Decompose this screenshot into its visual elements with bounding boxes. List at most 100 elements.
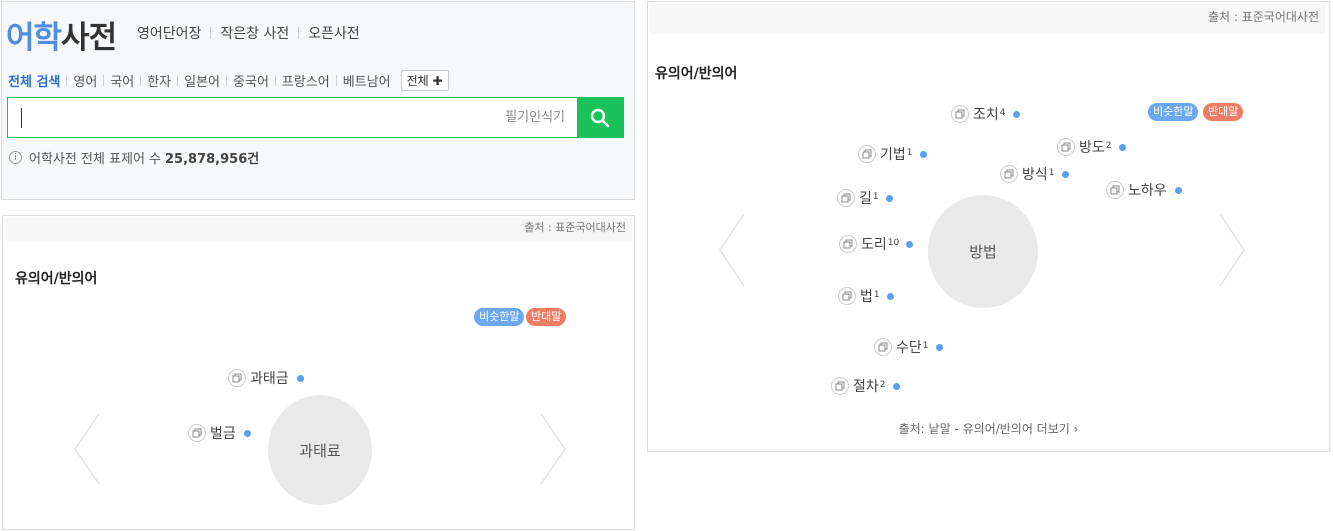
copy-icon[interactable] [858, 145, 876, 163]
homonym-number: 2 [1105, 141, 1112, 151]
synonym-word[interactable]: 방도 2 [1057, 137, 1126, 157]
synonym-text[interactable]: 길 [859, 188, 872, 208]
more-synonyms-link[interactable]: 출처: 낱말 - 유의어/반의어 더보기 › [648, 420, 1329, 437]
all-categories-button[interactable]: 전체 ✚ [400, 70, 449, 91]
copy-icon[interactable] [838, 287, 856, 305]
synonym-text[interactable]: 도리 [861, 234, 887, 254]
entry-count-value: 25,878,956건 [165, 152, 260, 167]
copy-icon[interactable] [874, 338, 892, 356]
synonym-text[interactable]: 조치 [973, 104, 999, 124]
next-arrow-icon[interactable] [1218, 212, 1246, 288]
copy-icon[interactable] [831, 377, 849, 395]
tab-korean[interactable]: 국어 [110, 71, 134, 90]
entry-count-info: i 어학사전 전체 표제어 수 25,878,956건 [9, 148, 259, 167]
synonym-dot [296, 374, 304, 382]
copy-icon[interactable] [1057, 138, 1075, 156]
copy-icon[interactable] [1000, 165, 1018, 183]
section-title: 유의어/반의어 [15, 271, 98, 287]
synonym-word[interactable]: 도리 10 [839, 234, 914, 254]
copy-icon[interactable] [188, 424, 206, 442]
dictionary-search-panel: 어학사전 영어단어장 작은창 사전 오픈사전 전체 검색 영어 국어 한자 일본… [1, 1, 635, 200]
info-icon: i [9, 151, 22, 164]
copy-icon[interactable] [837, 189, 855, 207]
homonym-number: 1 [872, 192, 879, 202]
synonym-text[interactable]: 방식 [1022, 164, 1048, 184]
synonym-text[interactable]: 법 [860, 286, 873, 306]
synonym-word[interactable]: 벌금 [188, 423, 251, 443]
next-arrow-icon[interactable] [539, 412, 567, 486]
homonym-number: 10 [887, 238, 900, 248]
synonym-word[interactable]: 길1 [837, 188, 893, 208]
tab-all-search[interactable]: 전체 검색 [8, 71, 60, 90]
tab-divider [103, 75, 105, 86]
search-icon [590, 108, 610, 127]
tab-french[interactable]: 프랑스어 [282, 71, 330, 90]
synonym-text[interactable]: 과태금 [250, 368, 289, 388]
dictionary-logo[interactable]: 어학사전 [6, 12, 117, 57]
category-tabs: 전체 검색 영어 국어 한자 일본어 중국어 프랑스어 베트남어 전체 ✚ [8, 70, 449, 91]
synonym-panel-left: 출처 : 표준국어대사전 유의어/반의어 비슷한말 반대말 과태료 과태금 벌금 [2, 215, 635, 530]
tab-divider [335, 75, 337, 86]
synonym-word[interactable]: 노하우 [1106, 180, 1182, 200]
tab-english[interactable]: 영어 [73, 71, 97, 90]
synonym-text[interactable]: 방도 [1079, 137, 1105, 157]
prev-arrow-icon[interactable] [718, 212, 746, 288]
tab-divider [140, 75, 142, 86]
tab-japanese[interactable]: 일본어 [184, 71, 220, 90]
search-input[interactable] [8, 98, 506, 137]
nav-vocabulary[interactable]: 영어단어장 [137, 23, 201, 43]
source-label: 출처 : 표준국어대사전 [650, 4, 1325, 34]
copy-icon[interactable] [228, 369, 246, 387]
synonym-word[interactable]: 조치 4 [951, 104, 1020, 124]
section-title: 유의어/반의어 [655, 66, 738, 82]
homonym-number: 1 [1048, 168, 1055, 178]
synonym-word[interactable]: 기법 1 [858, 144, 927, 164]
antonym-badge[interactable]: 반대말 [1203, 103, 1244, 121]
synonym-word[interactable]: 수단 1 [874, 337, 943, 357]
tab-divider [177, 75, 179, 86]
nav-mini-dictionary[interactable]: 작은창 사전 [220, 23, 289, 43]
synonym-text[interactable]: 수단 [896, 337, 922, 357]
nav-open-dictionary[interactable]: 오픈사전 [308, 23, 360, 43]
nav-divider [298, 27, 300, 39]
homonym-number: 1 [922, 341, 929, 351]
synonym-dot [1118, 143, 1126, 151]
synonym-dot [919, 150, 927, 158]
center-word: 과태료 [268, 395, 372, 505]
text-caret [21, 108, 22, 128]
synonym-text[interactable]: 노하우 [1128, 180, 1167, 200]
nav-divider [210, 27, 212, 39]
antonym-badge[interactable]: 반대말 [526, 308, 567, 326]
synonym-text[interactable]: 절차 [853, 376, 879, 396]
synonym-dot [935, 343, 943, 351]
synonym-dot [243, 429, 251, 437]
synonym-dot [886, 292, 894, 300]
synonym-badge[interactable]: 비슷한말 [474, 308, 525, 326]
synonym-word[interactable]: 방식 1 [1000, 164, 1069, 184]
synonym-word[interactable]: 절차 2 [831, 376, 900, 396]
synonym-word[interactable]: 과태금 [228, 368, 304, 388]
prev-arrow-icon[interactable] [73, 412, 101, 486]
handwriting-recognizer-button[interactable]: 필기인식기 [505, 98, 577, 137]
synonym-text[interactable]: 벌금 [210, 423, 236, 443]
synonym-word[interactable]: 법1 [838, 286, 894, 306]
top-nav: 영어단어장 작은창 사전 오픈사전 [137, 23, 360, 43]
homonym-number: 1 [906, 148, 913, 158]
tab-hanja[interactable]: 한자 [147, 71, 171, 90]
copy-icon[interactable] [1106, 181, 1124, 199]
synonym-panel-right: 출처 : 표준국어대사전 유의어/반의어 비슷한말 반대말 방법 조치 4 기법 1… [647, 1, 1330, 452]
logo-part1: 어학 [6, 20, 62, 56]
tab-chinese[interactable]: 중국어 [233, 71, 269, 90]
synonym-dot [885, 194, 893, 202]
synonym-dot [1061, 170, 1069, 178]
copy-icon[interactable] [951, 105, 969, 123]
tab-vietnamese[interactable]: 베트남어 [343, 71, 391, 90]
search-button[interactable] [577, 98, 623, 137]
search-box: 필기인식기 [7, 97, 624, 138]
synonym-badge[interactable]: 비슷한말 [1148, 103, 1199, 121]
synonym-text[interactable]: 기법 [880, 144, 906, 164]
logo-part2: 사전 [61, 20, 117, 56]
tab-divider [66, 75, 68, 86]
center-word: 방법 [928, 195, 1038, 308]
copy-icon[interactable] [839, 235, 857, 253]
